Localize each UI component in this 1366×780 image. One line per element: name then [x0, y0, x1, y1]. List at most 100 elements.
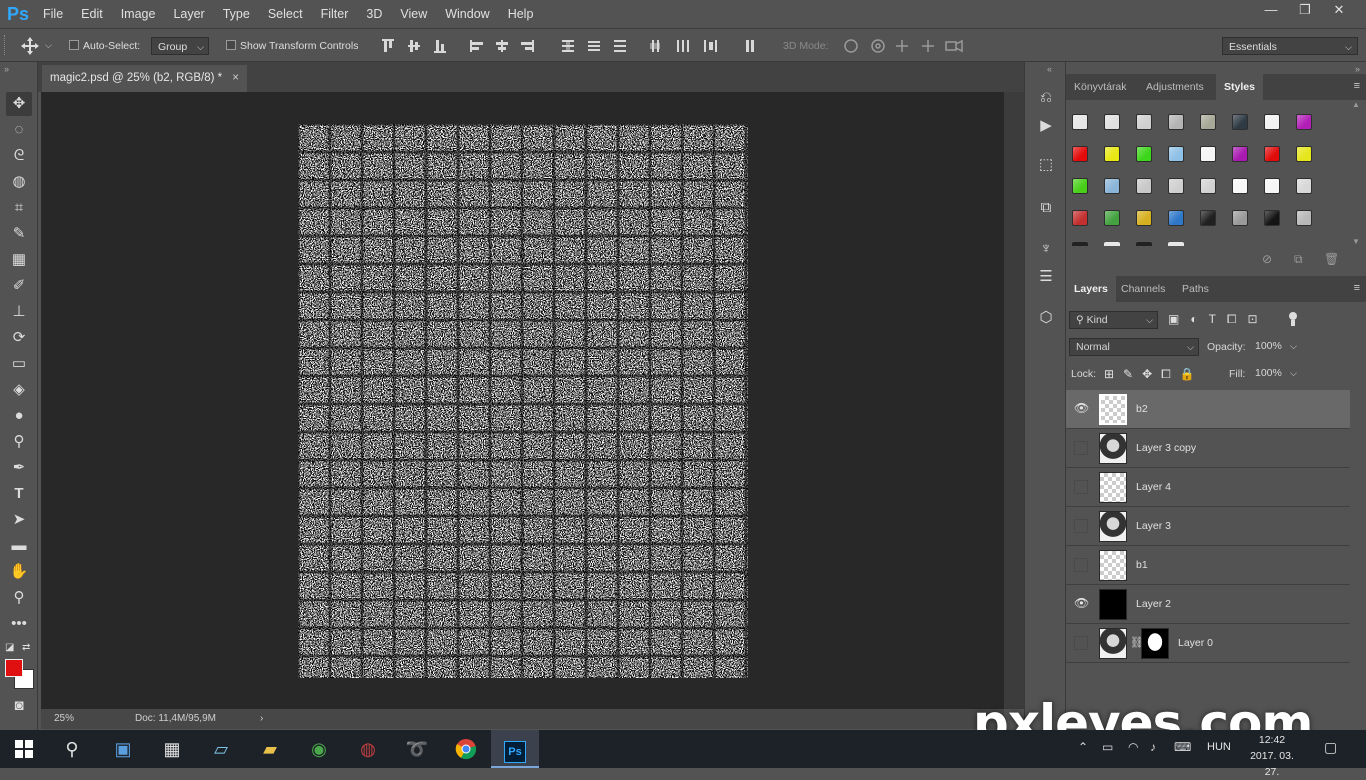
history-brush-tool-icon[interactable]: ⟳: [6, 326, 32, 350]
style-swatch[interactable]: [1232, 178, 1248, 194]
style-swatch[interactable]: [1168, 210, 1184, 226]
style-swatch[interactable]: [1232, 146, 1248, 162]
filter-toggle-icon[interactable]: [1289, 312, 1299, 328]
align-distribute-icons[interactable]: [380, 38, 760, 54]
auto-select-dropdown[interactable]: Group ⌵: [151, 37, 209, 55]
paint-bucket-tool-icon[interactable]: ◈: [6, 378, 32, 402]
document-canvas[interactable]: [298, 124, 748, 678]
zoom-tool-icon[interactable]: ⚲: [6, 586, 32, 610]
3d-cube-icon[interactable]: ⬡: [1035, 307, 1057, 329]
notepad-icon[interactable]: ▱: [197, 730, 245, 768]
clear-style-icon[interactable]: ⊘: [1262, 252, 1272, 266]
network-tray-icon[interactable]: ▭: [1102, 740, 1113, 754]
styles-scrollbar[interactable]: ▲ ▼: [1352, 100, 1362, 246]
style-swatch[interactable]: [1200, 178, 1216, 194]
style-swatch[interactable]: [1232, 210, 1248, 226]
pen-tool-icon[interactable]: ✒: [6, 456, 32, 480]
menu-layer[interactable]: Layer: [164, 0, 213, 28]
blur-tool-icon[interactable]: ●: [6, 404, 32, 428]
marquee-tool-icon[interactable]: ◌: [6, 118, 32, 142]
layer-row[interactable]: Layer 3 copy: [1066, 429, 1350, 468]
tab-channels[interactable]: Channels: [1113, 276, 1173, 302]
file-explorer-icon[interactable]: ▰: [246, 730, 294, 768]
eraser-tool-icon[interactable]: ▭: [6, 352, 32, 376]
lasso-tool-icon[interactable]: ᘓ: [6, 144, 32, 168]
menu-file[interactable]: File: [34, 0, 72, 28]
close-button[interactable]: ✕: [1322, 0, 1356, 22]
fill-field[interactable]: 100% ⌵: [1249, 365, 1299, 383]
style-swatch[interactable]: [1168, 178, 1184, 194]
action-center-icon[interactable]: ▢: [1324, 739, 1337, 756]
style-swatch[interactable]: [1136, 210, 1152, 226]
auto-select-option[interactable]: Auto-Select:: [69, 37, 140, 55]
style-swatch[interactable]: [1104, 210, 1120, 226]
document-tab[interactable]: magic2.psd @ 25% (b2, RGB/8) * ×: [42, 65, 247, 92]
layer-row[interactable]: b1: [1066, 546, 1350, 585]
delete-style-icon[interactable]: 🗑: [1324, 252, 1339, 266]
status-menu-arrow-icon[interactable]: ›: [260, 709, 263, 729]
menu-help[interactable]: Help: [499, 0, 543, 28]
start-button[interactable]: [0, 730, 48, 768]
collapse-toolbar-icon[interactable]: »: [4, 64, 9, 74]
tab-adjustments[interactable]: Adjustments: [1138, 74, 1212, 100]
actions-panel-icon[interactable]: ▶: [1035, 115, 1057, 137]
show-transform-option[interactable]: Show Transform Controls: [226, 37, 358, 55]
options-grip[interactable]: [4, 35, 8, 55]
blend-mode-dropdown[interactable]: Normal ⌵: [1069, 338, 1199, 356]
photoshop-taskbar-icon[interactable]: Ps: [491, 730, 539, 768]
style-swatch[interactable]: [1232, 114, 1248, 130]
more-tools-icon[interactable]: •••: [6, 612, 32, 636]
visibility-toggle[interactable]: [1074, 558, 1088, 572]
style-swatch[interactable]: [1072, 178, 1088, 194]
style-swatch[interactable]: [1072, 114, 1088, 130]
panel-menu-icon[interactable]: ≡: [1354, 282, 1360, 294]
brush-tool-icon[interactable]: ✐: [6, 274, 32, 298]
brush-panel-icon[interactable]: ♆: [1035, 238, 1057, 260]
expand-panels-icon[interactable]: «: [1047, 64, 1052, 74]
eyedropper-tool-icon[interactable]: ✎: [6, 222, 32, 246]
layer-row[interactable]: Layer 3: [1066, 507, 1350, 546]
style-swatch[interactable]: [1168, 146, 1184, 162]
style-swatch[interactable]: [1296, 210, 1312, 226]
close-tab-icon[interactable]: ×: [232, 65, 239, 92]
layer-row[interactable]: ⛓ Layer 0: [1066, 624, 1350, 663]
clock[interactable]: 12:42 2017. 03. 27.: [1244, 732, 1300, 780]
tool-preset-chevron-icon[interactable]: ⌵: [45, 40, 52, 51]
style-swatch[interactable]: [1072, 242, 1088, 246]
layer-row[interactable]: Layer 4: [1066, 468, 1350, 507]
style-swatch[interactable]: [1072, 210, 1088, 226]
properties-panel-icon[interactable]: ⧉: [1035, 197, 1057, 219]
style-swatch[interactable]: [1168, 114, 1184, 130]
layer-row[interactable]: 👁 b2: [1066, 390, 1350, 429]
style-swatch[interactable]: [1104, 242, 1120, 246]
style-swatch[interactable]: [1136, 114, 1152, 130]
show-hidden-icons[interactable]: ⌃: [1078, 740, 1088, 754]
style-swatch[interactable]: [1104, 178, 1120, 194]
default-colors-icon[interactable]: ◪: [5, 642, 14, 653]
style-swatch[interactable]: [1104, 146, 1120, 162]
input-language[interactable]: HUN: [1207, 741, 1231, 753]
new-style-icon[interactable]: ⧉: [1294, 252, 1303, 267]
collapse-right-panels-icon[interactable]: »: [1355, 64, 1360, 74]
panel-menu-icon[interactable]: ≡: [1354, 80, 1360, 92]
clone-stamp-tool-icon[interactable]: ⊥: [6, 300, 32, 324]
layer-filter-dropdown[interactable]: ⚲ Kind ⌵: [1069, 311, 1158, 329]
style-swatch[interactable]: [1296, 146, 1312, 162]
menu-image[interactable]: Image: [112, 0, 165, 28]
menu-window[interactable]: Window: [436, 0, 498, 28]
chrome-icon[interactable]: [442, 730, 490, 768]
rectangle-tool-icon[interactable]: ▬: [6, 534, 32, 558]
opacity-field[interactable]: 100% ⌵: [1249, 338, 1299, 356]
tab-libraries[interactable]: Könyvtárak: [1066, 74, 1135, 100]
style-swatch[interactable]: [1264, 178, 1280, 194]
eye-icon[interactable]: 👁: [1074, 597, 1089, 611]
visibility-toggle[interactable]: [1074, 519, 1088, 533]
menu-type[interactable]: Type: [214, 0, 259, 28]
app-swirl-icon[interactable]: ➰: [393, 730, 441, 768]
style-swatch[interactable]: [1136, 242, 1152, 246]
healing-brush-tool-icon[interactable]: ▦: [6, 248, 32, 272]
style-swatch[interactable]: [1296, 114, 1312, 130]
style-swatch[interactable]: [1200, 114, 1216, 130]
visibility-toggle[interactable]: [1074, 441, 1088, 455]
search-icon[interactable]: ⚲: [48, 730, 96, 768]
